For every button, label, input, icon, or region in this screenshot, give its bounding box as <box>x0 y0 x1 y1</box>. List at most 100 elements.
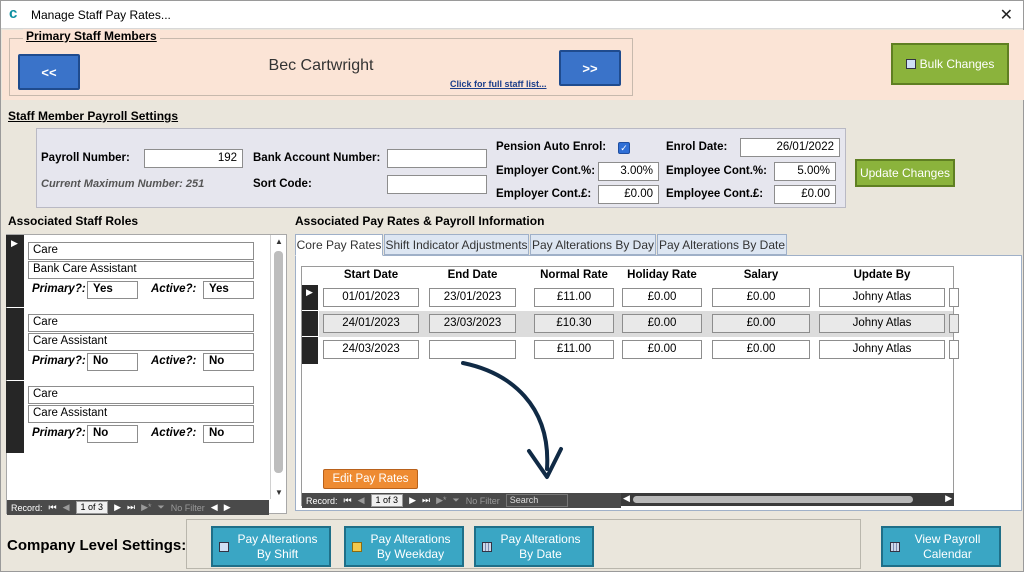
grid-horizontal-scrollbar[interactable]: ◀ ▶ <box>621 493 954 506</box>
employer-pct-field[interactable]: 3.00% <box>598 162 659 181</box>
holiday-rate-cell[interactable]: £0.00 <box>622 340 702 359</box>
view-payroll-calendar-button[interactable]: View Payroll Calendar <box>881 526 1001 567</box>
current-row-icon: ▶ <box>306 287 313 297</box>
normal-rate-cell[interactable]: £11.00 <box>534 288 614 307</box>
pay-alterations-by-weekday-label: Pay Alterations By Weekday <box>370 531 451 561</box>
role-field[interactable]: Care <box>28 242 254 260</box>
filter-status[interactable]: No Filter <box>466 496 500 506</box>
overflow-cell[interactable] <box>949 340 959 359</box>
roles-vertical-scrollbar[interactable]: ▲ ▼ <box>270 235 286 499</box>
last-record-icon[interactable]: ⏭ <box>422 495 430 506</box>
primary-value[interactable]: No <box>87 425 138 443</box>
form-icon <box>905 59 916 69</box>
enrol-date-field[interactable]: 26/01/2022 <box>740 138 840 157</box>
primary-value[interactable]: No <box>87 353 138 371</box>
search-input[interactable]: Search <box>505 494 568 507</box>
next-record-icon[interactable]: ▶ <box>114 502 121 513</box>
scroll-thumb[interactable] <box>274 251 283 473</box>
overflow-cell[interactable] <box>949 288 959 307</box>
overflow-cell[interactable] <box>949 314 959 333</box>
scroll-right-icon[interactable]: ▶ <box>224 502 231 513</box>
update-by-cell[interactable]: Johny Atlas <box>819 340 945 359</box>
sort-code-field[interactable] <box>387 175 487 194</box>
role-field[interactable]: Care <box>28 386 254 404</box>
record-count[interactable]: 1 of 3 <box>370 494 404 507</box>
record-label: Record: <box>306 495 338 506</box>
salary-cell[interactable]: £0.00 <box>712 314 810 333</box>
last-record-icon[interactable]: ⏭ <box>127 502 135 513</box>
pay-alterations-by-shift-button[interactable]: Pay Alterations By Shift <box>211 526 331 567</box>
next-record-icon[interactable]: ▶ <box>409 495 416 506</box>
update-changes-button[interactable]: Update Changes <box>855 159 955 187</box>
prev-record-icon[interactable]: ◀ <box>63 502 70 513</box>
payroll-number-field[interactable]: 192 <box>144 149 243 168</box>
employee-pct-field[interactable]: 5.00% <box>774 162 836 181</box>
end-date-cell[interactable]: 23/03/2023 <box>429 314 516 333</box>
subrole-field[interactable]: Care Assistant <box>28 405 254 423</box>
scroll-left-icon[interactable]: ◀ <box>623 493 630 504</box>
start-date-cell[interactable]: 24/01/2023 <box>323 314 419 333</box>
row-selector[interactable] <box>302 311 318 336</box>
pay-alterations-by-date-button[interactable]: Pay Alterations By Date <box>474 526 594 567</box>
scroll-up-icon[interactable]: ▲ <box>275 237 283 246</box>
pay-alterations-by-weekday-button[interactable]: Pay Alterations By Weekday <box>344 526 464 567</box>
active-value[interactable]: No <box>203 353 254 371</box>
role-record-selector[interactable] <box>6 381 24 453</box>
row-selector[interactable] <box>302 337 318 364</box>
tab-pay-by-day[interactable]: Pay Alterations By Day <box>530 234 656 255</box>
end-date-cell[interactable]: 23/01/2023 <box>429 288 516 307</box>
role-record-selector[interactable] <box>6 308 24 380</box>
pay-rates-title: Associated Pay Rates & Payroll Informati… <box>295 214 545 228</box>
start-date-cell[interactable]: 24/03/2023 <box>323 340 419 359</box>
new-record-icon[interactable]: ▶* <box>436 495 446 506</box>
filter-icon[interactable]: ⏷ <box>158 502 165 513</box>
pension-auto-enrol-checkbox[interactable]: ✓ <box>618 142 630 154</box>
payroll-number-label: Payroll Number: <box>41 152 130 164</box>
view-payroll-calendar-label: View Payroll Calendar <box>914 531 981 561</box>
normal-rate-cell[interactable]: £10.30 <box>534 314 614 333</box>
edit-pay-rates-button[interactable]: Edit Pay Rates <box>323 469 418 489</box>
subrole-field[interactable]: Bank Care Assistant <box>28 261 254 279</box>
role-field[interactable]: Care <box>28 314 254 332</box>
scroll-down-icon[interactable]: ▼ <box>275 488 283 497</box>
primary-value[interactable]: Yes <box>87 281 138 299</box>
column-header: Holiday Rate <box>627 269 697 281</box>
subrole-field[interactable]: Care Assistant <box>28 333 254 351</box>
salary-cell[interactable]: £0.00 <box>712 340 810 359</box>
app-logo-icon: c <box>9 5 18 22</box>
bank-account-field[interactable] <box>387 149 487 168</box>
first-record-icon[interactable]: ⏮ <box>344 495 352 506</box>
employer-gbp-field[interactable]: £0.00 <box>598 185 659 204</box>
tab-core-pay-rates[interactable]: Core Pay Rates <box>295 234 383 256</box>
first-record-icon[interactable]: ⏮ <box>49 502 57 513</box>
filter-icon[interactable]: ⏷ <box>453 495 460 506</box>
record-count[interactable]: 1 of 3 <box>75 501 109 514</box>
filter-status[interactable]: No Filter <box>171 503 205 513</box>
scroll-right-icon[interactable]: ▶ <box>945 493 952 504</box>
holiday-rate-cell[interactable]: £0.00 <box>622 314 702 333</box>
previous-staff-button[interactable]: << <box>18 54 80 90</box>
prev-record-icon[interactable]: ◀ <box>358 495 365 506</box>
full-staff-list-link[interactable]: Click for full staff list... <box>450 79 547 89</box>
employee-pct-label: Employee Cont.%: <box>666 165 767 177</box>
new-record-icon[interactable]: ▶* <box>141 502 151 513</box>
pay-alterations-by-date-label: Pay Alterations By Date <box>500 531 581 561</box>
active-value[interactable]: No <box>203 425 254 443</box>
salary-cell[interactable]: £0.00 <box>712 288 810 307</box>
update-by-cell[interactable]: Johny Atlas <box>819 288 945 307</box>
next-staff-button[interactable]: >> <box>559 50 621 86</box>
bulk-changes-button[interactable]: Bulk Changes <box>891 43 1009 85</box>
employee-gbp-field[interactable]: £0.00 <box>774 185 836 204</box>
scroll-thumb[interactable] <box>633 496 913 503</box>
start-date-cell[interactable]: 01/01/2023 <box>323 288 419 307</box>
close-icon[interactable]: ✕ <box>1000 5 1013 25</box>
update-by-cell[interactable]: Johny Atlas <box>819 314 945 333</box>
active-value[interactable]: Yes <box>203 281 254 299</box>
scroll-left-icon[interactable]: ◀ <box>211 502 218 513</box>
employer-pct-label: Employer Cont.%: <box>496 165 596 177</box>
holiday-rate-cell[interactable]: £0.00 <box>622 288 702 307</box>
tab-pay-by-date[interactable]: Pay Alterations By Date <box>657 234 787 255</box>
tab-shift-indicator[interactable]: Shift Indicator Adjustments <box>384 234 529 255</box>
primary-staff-label: Primary Staff Members <box>23 29 160 43</box>
columns-icon <box>351 541 362 552</box>
